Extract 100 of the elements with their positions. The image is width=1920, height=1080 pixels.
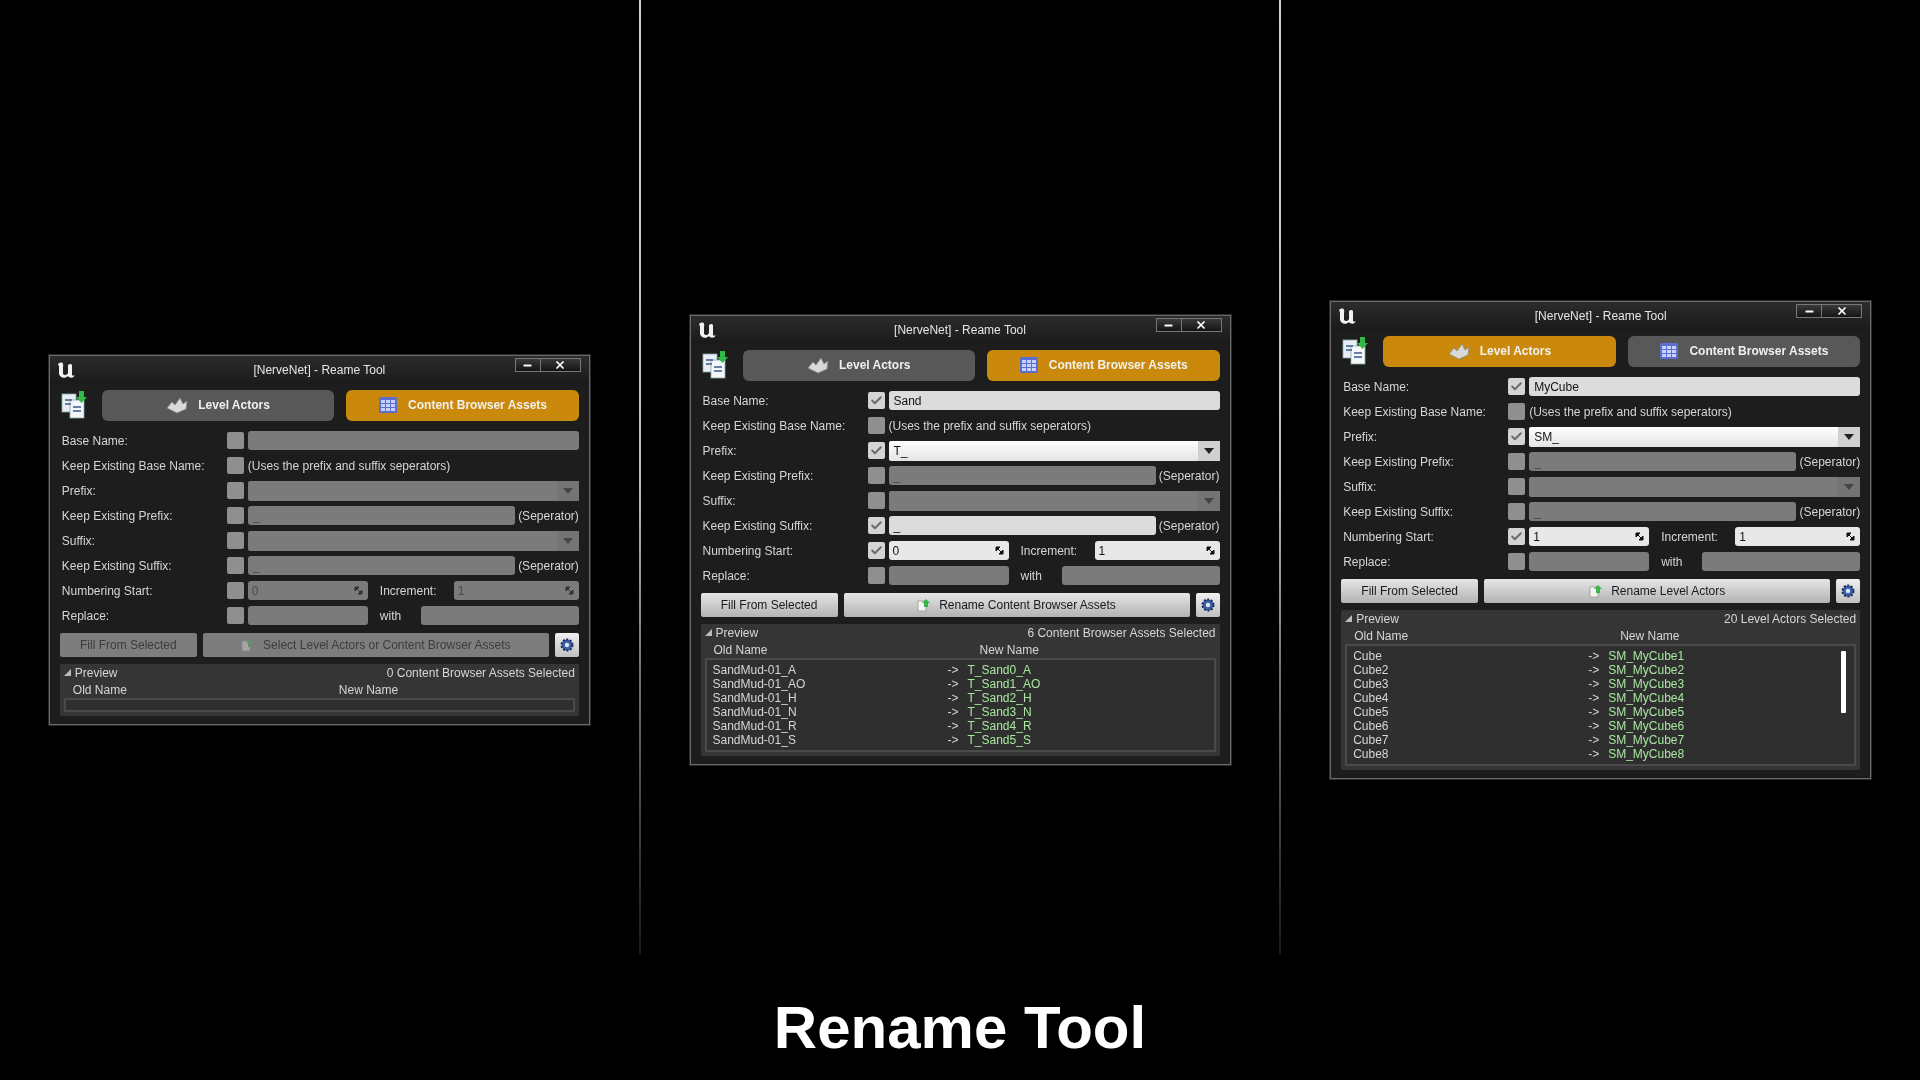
new-name: SM_MyCube5 bbox=[1608, 706, 1685, 718]
gear-icon bbox=[558, 637, 575, 653]
separator-note: (Seperator) bbox=[1158, 467, 1220, 485]
old-name: Cube2 bbox=[1353, 664, 1390, 676]
checkbox[interactable] bbox=[226, 507, 244, 524]
column-header: New Name bbox=[338, 681, 399, 699]
checkbox[interactable] bbox=[867, 517, 885, 534]
dropdown[interactable]: T_ bbox=[888, 440, 1220, 461]
checkbox[interactable] bbox=[226, 432, 244, 449]
settings-button[interactable] bbox=[554, 633, 579, 657]
arrow-text: -> bbox=[947, 678, 960, 690]
checkbox[interactable] bbox=[867, 467, 885, 484]
text-field[interactable] bbox=[247, 606, 368, 625]
field-label: Keep Existing Suffix: bbox=[1343, 503, 1454, 521]
close-icon bbox=[1835, 305, 1848, 317]
collapse-triangle-icon[interactable] bbox=[1345, 615, 1353, 622]
minimize-button[interactable] bbox=[1155, 318, 1182, 332]
close-button[interactable] bbox=[540, 358, 581, 372]
old-name: SandMud-01_H bbox=[712, 692, 798, 704]
field-label: Keep Existing Prefix: bbox=[1343, 453, 1455, 471]
dropdown[interactable] bbox=[888, 490, 1220, 511]
resize-arrow-icon bbox=[564, 586, 574, 595]
tab[interactable]: Level Actors bbox=[742, 349, 975, 381]
close-button[interactable] bbox=[1181, 318, 1222, 332]
checkbox[interactable] bbox=[1508, 478, 1526, 495]
hint-text: (Uses the prefix and suffix seperators) bbox=[1529, 403, 1732, 421]
number-field[interactable]: 1 bbox=[1735, 527, 1861, 546]
arrow-text: -> bbox=[947, 692, 960, 704]
checkbox[interactable] bbox=[226, 607, 244, 624]
new-name: SM_MyCube2 bbox=[1608, 664, 1685, 676]
tab[interactable]: Content Browser Assets bbox=[1627, 335, 1861, 367]
fill-from-selected-button[interactable]: Fill From Selected bbox=[700, 593, 838, 617]
checkbox[interactable] bbox=[226, 582, 244, 599]
field-label: with bbox=[379, 607, 403, 625]
dropdown[interactable]: SM_ bbox=[1529, 426, 1861, 447]
checkbox[interactable] bbox=[867, 567, 885, 584]
new-name: SM_MyCube6 bbox=[1608, 720, 1685, 732]
dropdown[interactable] bbox=[247, 530, 579, 551]
collapse-triangle-icon[interactable] bbox=[704, 629, 712, 636]
checkbox[interactable] bbox=[1508, 503, 1526, 520]
text-field[interactable] bbox=[1529, 552, 1650, 571]
number-field[interactable]: 1 bbox=[1529, 527, 1650, 546]
field-label: Numbering Start: bbox=[702, 542, 795, 560]
checkbox[interactable] bbox=[1508, 453, 1526, 470]
checkbox[interactable] bbox=[226, 482, 244, 499]
field-label: Keep Existing Base Name: bbox=[702, 417, 847, 435]
checkbox[interactable] bbox=[1508, 528, 1526, 545]
gear-icon bbox=[1199, 597, 1216, 613]
check-icon bbox=[1510, 380, 1524, 393]
number-field[interactable]: 0 bbox=[888, 541, 1009, 560]
text-field[interactable] bbox=[420, 606, 579, 625]
minimize-button[interactable] bbox=[514, 358, 541, 372]
checkbox[interactable] bbox=[226, 557, 244, 574]
checkbox[interactable] bbox=[867, 417, 885, 434]
text-field[interactable] bbox=[1702, 552, 1861, 571]
separator-note: (Seperator) bbox=[1158, 517, 1220, 535]
caret-down-icon bbox=[1844, 433, 1855, 440]
new-name: T_Sand4_R bbox=[967, 720, 1032, 732]
checkbox[interactable] bbox=[1508, 378, 1526, 395]
text-field[interactable] bbox=[1061, 566, 1220, 585]
close-button[interactable] bbox=[1822, 304, 1863, 318]
checkbox[interactable] bbox=[1508, 403, 1526, 420]
checkbox[interactable] bbox=[867, 392, 885, 409]
checkbox[interactable] bbox=[1508, 553, 1526, 570]
settings-button[interactable] bbox=[1195, 593, 1220, 617]
settings-button[interactable] bbox=[1836, 579, 1861, 603]
text-field[interactable]: _ bbox=[888, 516, 1156, 535]
field-label: Keep Existing Base Name: bbox=[1343, 403, 1487, 421]
new-name: SM_MyCube1 bbox=[1608, 650, 1685, 662]
caret-down-icon bbox=[1203, 447, 1214, 454]
text-field[interactable] bbox=[888, 566, 1009, 585]
scrollbar[interactable] bbox=[1841, 651, 1847, 713]
new-name: T_Sand1_AO bbox=[967, 678, 1041, 690]
minimize-button[interactable] bbox=[1796, 304, 1823, 318]
checkbox[interactable] bbox=[867, 492, 885, 509]
checkbox[interactable] bbox=[1508, 428, 1526, 445]
tab[interactable]: Level Actors bbox=[101, 389, 335, 421]
dropdown[interactable] bbox=[247, 480, 579, 501]
collapse-triangle-icon[interactable] bbox=[63, 669, 71, 676]
field-label: Suffix: bbox=[702, 492, 737, 510]
field-label: Keep Existing Base Name: bbox=[61, 457, 206, 475]
text-field[interactable]: Sand bbox=[888, 391, 1220, 410]
fill-from-selected-button[interactable]: Fill From Selected bbox=[1341, 579, 1479, 603]
field-label: Keep Existing Prefix: bbox=[702, 467, 815, 485]
window-title: [NerveNet] - Reame Tool bbox=[253, 362, 386, 379]
dropdown[interactable] bbox=[1529, 476, 1861, 497]
documents-arrow-icon bbox=[700, 350, 731, 380]
old-name: SandMud-01_AO bbox=[712, 678, 807, 690]
rename-button[interactable]: Rename Level Actors bbox=[1484, 579, 1831, 603]
field-label: Keep Existing Suffix: bbox=[61, 557, 173, 575]
number-field[interactable]: 1 bbox=[1094, 541, 1220, 560]
checkbox[interactable] bbox=[226, 457, 244, 474]
logo-icon bbox=[696, 321, 717, 339]
checkbox[interactable] bbox=[226, 532, 244, 549]
rename-button[interactable]: Rename Content Browser Assets bbox=[843, 593, 1190, 617]
text-field[interactable] bbox=[247, 431, 579, 450]
checkbox[interactable] bbox=[867, 442, 885, 459]
resize-arrow-icon bbox=[994, 546, 1004, 555]
checkbox[interactable] bbox=[867, 542, 885, 559]
text-field[interactable]: MyCube bbox=[1529, 377, 1861, 396]
